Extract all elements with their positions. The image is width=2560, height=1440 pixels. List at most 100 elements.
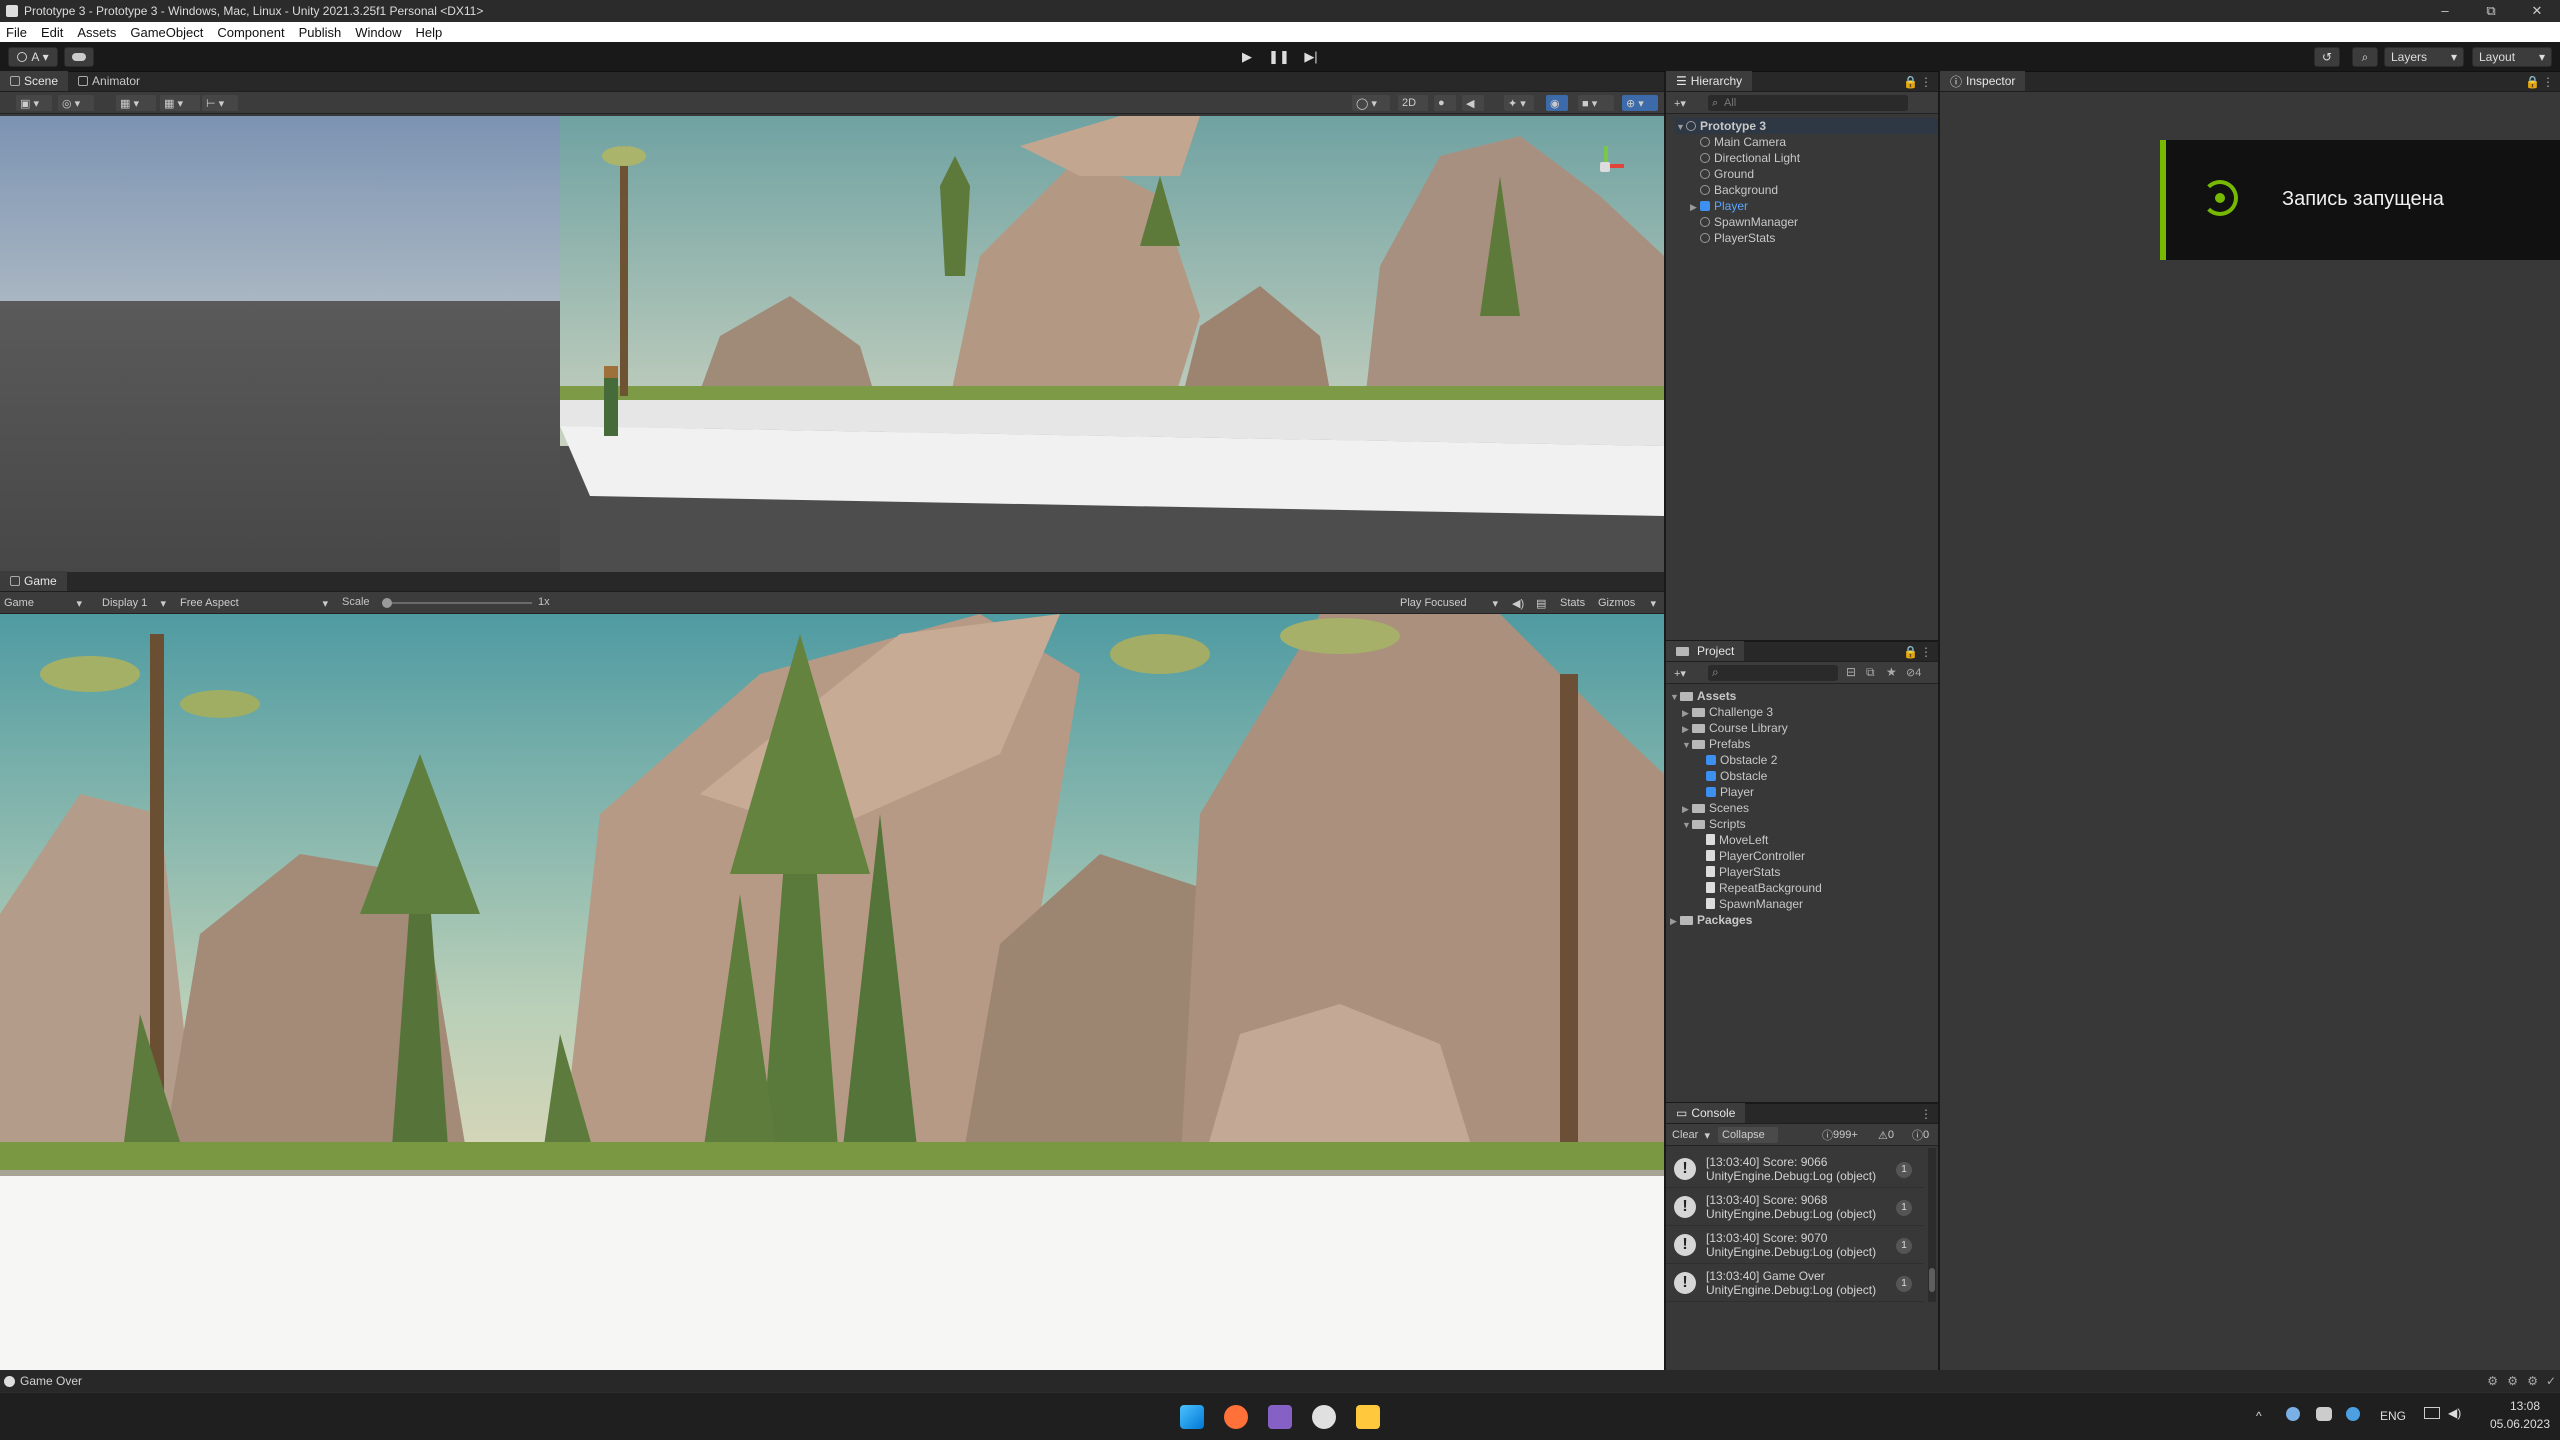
increment-snap-dropdown[interactable]: ⊢ ▾ bbox=[202, 95, 238, 111]
lock-icon[interactable]: 🔒 bbox=[2525, 75, 2540, 89]
project-search-input[interactable]: ⌕ bbox=[1708, 665, 1838, 681]
tab-scene[interactable]: Scene bbox=[0, 71, 69, 91]
visual-studio-icon[interactable] bbox=[1268, 1405, 1292, 1429]
create-asset-dropdown[interactable]: +▾ bbox=[1670, 665, 1696, 681]
scene-root[interactable]: ▼ Prototype 3 bbox=[1676, 118, 1938, 134]
aspect-dropdown[interactable]: Free Aspect ▾ bbox=[176, 595, 332, 611]
close-button[interactable]: ✕ bbox=[2514, 0, 2560, 22]
scene-orientation-gizmo[interactable] bbox=[1586, 146, 1626, 186]
scale-slider[interactable] bbox=[382, 598, 532, 608]
tab-inspector[interactable]: ⓘ Inspector bbox=[1940, 71, 2026, 91]
account-dropdown[interactable]: A ▾ bbox=[8, 47, 58, 67]
shading-mode-dropdown[interactable]: ◯ ▾ bbox=[1352, 95, 1390, 111]
hierarchy-item-background[interactable]: Background bbox=[1676, 182, 1938, 198]
project-item-obstacle[interactable]: Obstacle bbox=[1670, 768, 1938, 784]
menu-component[interactable]: Component bbox=[217, 25, 284, 40]
discord-icon[interactable] bbox=[2316, 1407, 2332, 1421]
hierarchy-item-spawnmanager[interactable]: SpawnManager bbox=[1676, 214, 1938, 230]
tab-project[interactable]: Project bbox=[1666, 641, 1745, 661]
game-viewport[interactable] bbox=[0, 614, 1664, 1370]
unity-hub-icon[interactable] bbox=[1312, 1405, 1336, 1429]
project-item-obstacle-2[interactable]: Obstacle 2 bbox=[1670, 752, 1938, 768]
log-entry[interactable]: ! [13:03:40] Score: 9066 UnityEngine.Deb… bbox=[1666, 1152, 1924, 1188]
gizmos-toggle[interactable]: Gizmos ▾ bbox=[1594, 595, 1660, 611]
project-script-playerstats[interactable]: PlayerStats bbox=[1670, 864, 1938, 880]
shortcuts-toggle[interactable]: ▤ bbox=[1532, 595, 1550, 611]
language-indicator[interactable]: ENG bbox=[2380, 1409, 2406, 1423]
project-script-repeatbackground[interactable]: RepeatBackground bbox=[1670, 880, 1938, 896]
pivot-dropdown[interactable]: ◎ ▾ bbox=[58, 95, 94, 111]
game-view-dropdown[interactable]: Game ▾ bbox=[0, 595, 86, 611]
network-app-icon[interactable] bbox=[2346, 1407, 2360, 1421]
menu-file[interactable]: File bbox=[6, 25, 27, 40]
more-options-icon[interactable]: ⋮ bbox=[1920, 1107, 1932, 1121]
log-entry[interactable]: ! [13:03:40] Score: 9068 UnityEngine.Deb… bbox=[1666, 1190, 1924, 1226]
menu-publish[interactable]: Publish bbox=[299, 25, 342, 40]
collapse-toggle[interactable]: Collapse bbox=[1718, 1127, 1778, 1143]
mute-audio-toggle[interactable]: ◀) bbox=[1508, 595, 1526, 611]
menu-help[interactable]: Help bbox=[415, 25, 442, 40]
status-message[interactable]: Game Over bbox=[20, 1374, 82, 1388]
audio-toggle[interactable]: ◀ bbox=[1462, 95, 1484, 111]
play-button[interactable]: ▶ bbox=[1234, 47, 1260, 67]
menu-gameobject[interactable]: GameObject bbox=[130, 25, 203, 40]
tab-console[interactable]: ▭ Console bbox=[1666, 1103, 1746, 1123]
project-folder-scenes[interactable]: ▶ Scenes bbox=[1670, 800, 1938, 816]
tab-hierarchy[interactable]: ☰ Hierarchy bbox=[1666, 71, 1753, 91]
clock-time[interactable]: 13:08 bbox=[2490, 1399, 2540, 1413]
project-script-spawnmanager[interactable]: SpawnManager bbox=[1670, 896, 1938, 912]
cache-server-icon[interactable]: ⚙ bbox=[2487, 1374, 2498, 1388]
camera-dropdown[interactable]: ■ ▾ bbox=[1578, 95, 1614, 111]
more-options-icon[interactable]: ⋮ bbox=[1920, 645, 1932, 659]
minimize-button[interactable]: – bbox=[2422, 0, 2468, 22]
favorites-icon[interactable]: ★ bbox=[1886, 665, 1897, 679]
lock-icon[interactable]: 🔒 bbox=[1903, 645, 1918, 659]
windows-start-icon[interactable] bbox=[1180, 1405, 1204, 1429]
layout-dropdown[interactable]: Layout ▾ bbox=[2472, 47, 2552, 67]
hidden-packages-toggle[interactable]: ⊘4 bbox=[1906, 666, 1921, 679]
volume-icon[interactable]: ◀) bbox=[2448, 1406, 2461, 1420]
draw-mode-dropdown[interactable]: ▣ ▾ bbox=[16, 95, 52, 111]
gizmos-dropdown[interactable]: ⊕ ▾ bbox=[1622, 95, 1658, 111]
hierarchy-item-ground[interactable]: Ground bbox=[1676, 166, 1938, 182]
maximize-button[interactable]: ⧉ bbox=[2468, 0, 2514, 22]
auto-generate-icon[interactable]: ✓ bbox=[2546, 1374, 2556, 1388]
cloud-button[interactable] bbox=[64, 47, 94, 67]
tray-chevron-icon[interactable]: ^ bbox=[2256, 1409, 2262, 1423]
more-options-icon[interactable]: ⋮ bbox=[2542, 75, 2554, 89]
effects-dropdown[interactable]: ✦ ▾ bbox=[1504, 95, 1534, 111]
clear-dropdown[interactable]: Clear ▾ bbox=[1668, 1127, 1714, 1143]
file-explorer-icon[interactable] bbox=[1356, 1405, 1380, 1429]
scene-viewport[interactable] bbox=[0, 116, 1664, 572]
warning-filter-toggle[interactable]: ⚠ 0 bbox=[1874, 1127, 1904, 1143]
steam-icon[interactable] bbox=[2286, 1407, 2300, 1421]
lighting-toggle[interactable]: ● bbox=[1434, 95, 1456, 111]
project-folder-course-library[interactable]: ▶ Course Library bbox=[1670, 720, 1938, 736]
grid-snap-dropdown[interactable]: ▦ ▾ bbox=[116, 95, 156, 111]
step-button[interactable]: ▶| bbox=[1298, 47, 1324, 67]
debug-mode-icon[interactable]: ⚙ bbox=[2527, 1374, 2538, 1388]
tab-animator[interactable]: Animator bbox=[68, 71, 150, 91]
project-folder-challenge[interactable]: ▶ Challenge 3 bbox=[1670, 704, 1938, 720]
hierarchy-search-input[interactable]: ⌕ All bbox=[1708, 95, 1908, 111]
more-options-icon[interactable]: ⋮ bbox=[1920, 75, 1932, 89]
log-filter-toggle[interactable]: ⓘ 999+ bbox=[1818, 1127, 1866, 1143]
hierarchy-item-player[interactable]: ▶ Player bbox=[1676, 198, 1938, 214]
hierarchy-item-playerstats[interactable]: PlayerStats bbox=[1676, 230, 1938, 246]
scale-slider-handle[interactable] bbox=[382, 598, 392, 608]
console-scrollbar-thumb[interactable] bbox=[1929, 1268, 1935, 1292]
menu-window[interactable]: Window bbox=[355, 25, 401, 40]
project-folder-assets[interactable]: ▼ Assets bbox=[1670, 688, 1938, 704]
hierarchy-item-main-camera[interactable]: Main Camera bbox=[1676, 134, 1938, 150]
project-folder-prefabs[interactable]: ▼ Prefabs bbox=[1670, 736, 1938, 752]
lock-icon[interactable]: 🔒 bbox=[1903, 75, 1918, 89]
log-entry[interactable]: ! [13:03:40] Score: 9070 UnityEngine.Deb… bbox=[1666, 1228, 1924, 1264]
project-folder-scripts[interactable]: ▼ Scripts bbox=[1670, 816, 1938, 832]
layers-dropdown[interactable]: Layers ▾ bbox=[2384, 47, 2464, 67]
error-filter-toggle[interactable]: ⓘ 0 bbox=[1908, 1127, 1936, 1143]
toggle-2d-button[interactable]: 2D bbox=[1398, 95, 1428, 111]
menu-assets[interactable]: Assets bbox=[77, 25, 116, 40]
network-icon[interactable] bbox=[2424, 1407, 2440, 1419]
project-script-playercontroller[interactable]: PlayerController bbox=[1670, 848, 1938, 864]
display-dropdown[interactable]: Display 1 ▾ bbox=[98, 595, 170, 611]
